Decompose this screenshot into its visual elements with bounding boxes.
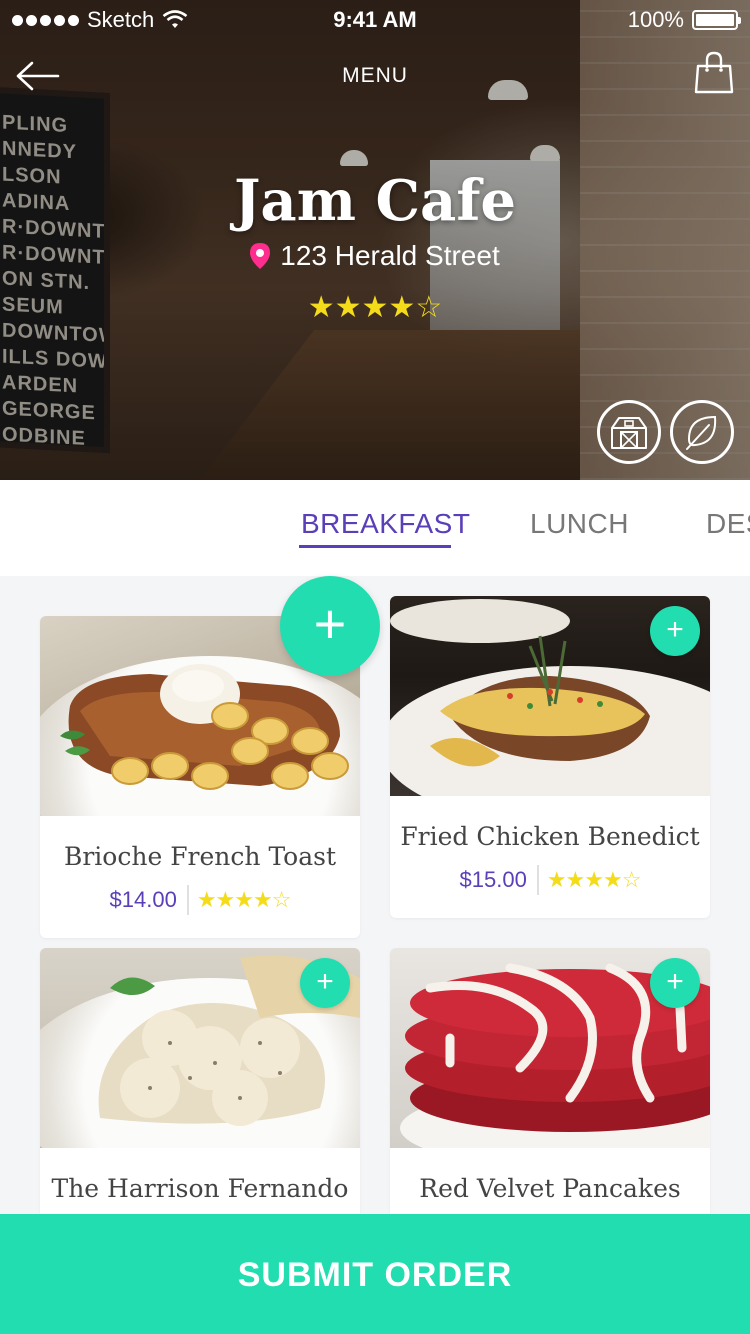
shopping-bag-icon[interactable] bbox=[694, 50, 734, 94]
menu-item-rating: ★★★★☆ bbox=[546, 867, 642, 892]
menu-item-price: $14.00 bbox=[109, 887, 177, 912]
menu-item-name: Red Velvet Pancakes bbox=[419, 1174, 681, 1203]
menu-item-card[interactable]: + Fried Chicken Benedict $15.00 ★★★★☆ bbox=[390, 596, 710, 918]
restaurant-name: Jam Cafe bbox=[233, 168, 517, 234]
wifi-icon bbox=[162, 10, 188, 28]
tab-dessert[interactable]: DESSERT bbox=[706, 508, 750, 540]
battery-percent: 100% bbox=[627, 7, 684, 32]
battery-icon bbox=[692, 10, 741, 30]
add-to-order-button[interactable]: + bbox=[300, 958, 350, 1008]
restaurant-rating: ★★★★☆ bbox=[307, 291, 443, 324]
menu-item-name: The Harrison Fernando bbox=[51, 1174, 349, 1203]
status-bar: Sketch 9:41 AM 100% bbox=[0, 0, 750, 40]
menu-item-meta: $14.00 ★★★★☆ bbox=[40, 885, 360, 915]
hero-banner: PLING NNEDY LSON ADINA R·DOWNTOWN R·DOWN… bbox=[0, 0, 750, 480]
menu-item-meta: $15.00 ★★★★☆ bbox=[390, 865, 710, 895]
leaf-icon[interactable] bbox=[670, 400, 734, 464]
add-to-order-button[interactable]: + bbox=[650, 958, 700, 1008]
tab-lunch[interactable]: LUNCH bbox=[530, 508, 629, 540]
menu-item-name: Fried Chicken Benedict bbox=[400, 822, 700, 851]
barn-icon[interactable] bbox=[597, 400, 661, 464]
address-text: 123 Herald Street bbox=[280, 240, 500, 271]
restaurant-address: 123 Herald Street bbox=[0, 240, 750, 272]
add-to-order-button[interactable]: + bbox=[280, 576, 380, 676]
add-to-order-button[interactable]: + bbox=[650, 606, 700, 656]
menu-item-rating: ★★★★☆ bbox=[196, 887, 292, 912]
signal-icon bbox=[12, 14, 79, 26]
location-pin-icon bbox=[250, 243, 271, 269]
category-tabs: BREAKFAST LUNCH DESSERT bbox=[0, 480, 750, 576]
submit-order-button[interactable]: SUBMIT ORDER bbox=[0, 1214, 750, 1334]
tab-breakfast[interactable]: BREAKFAST bbox=[301, 508, 470, 540]
active-tab-indicator bbox=[299, 545, 451, 548]
nav-title: MENU bbox=[342, 64, 408, 87]
menu-item-price: $15.00 bbox=[459, 867, 527, 892]
menu-item-name: Brioche French Toast bbox=[63, 842, 337, 871]
carrier-label: Sketch bbox=[87, 7, 155, 32]
